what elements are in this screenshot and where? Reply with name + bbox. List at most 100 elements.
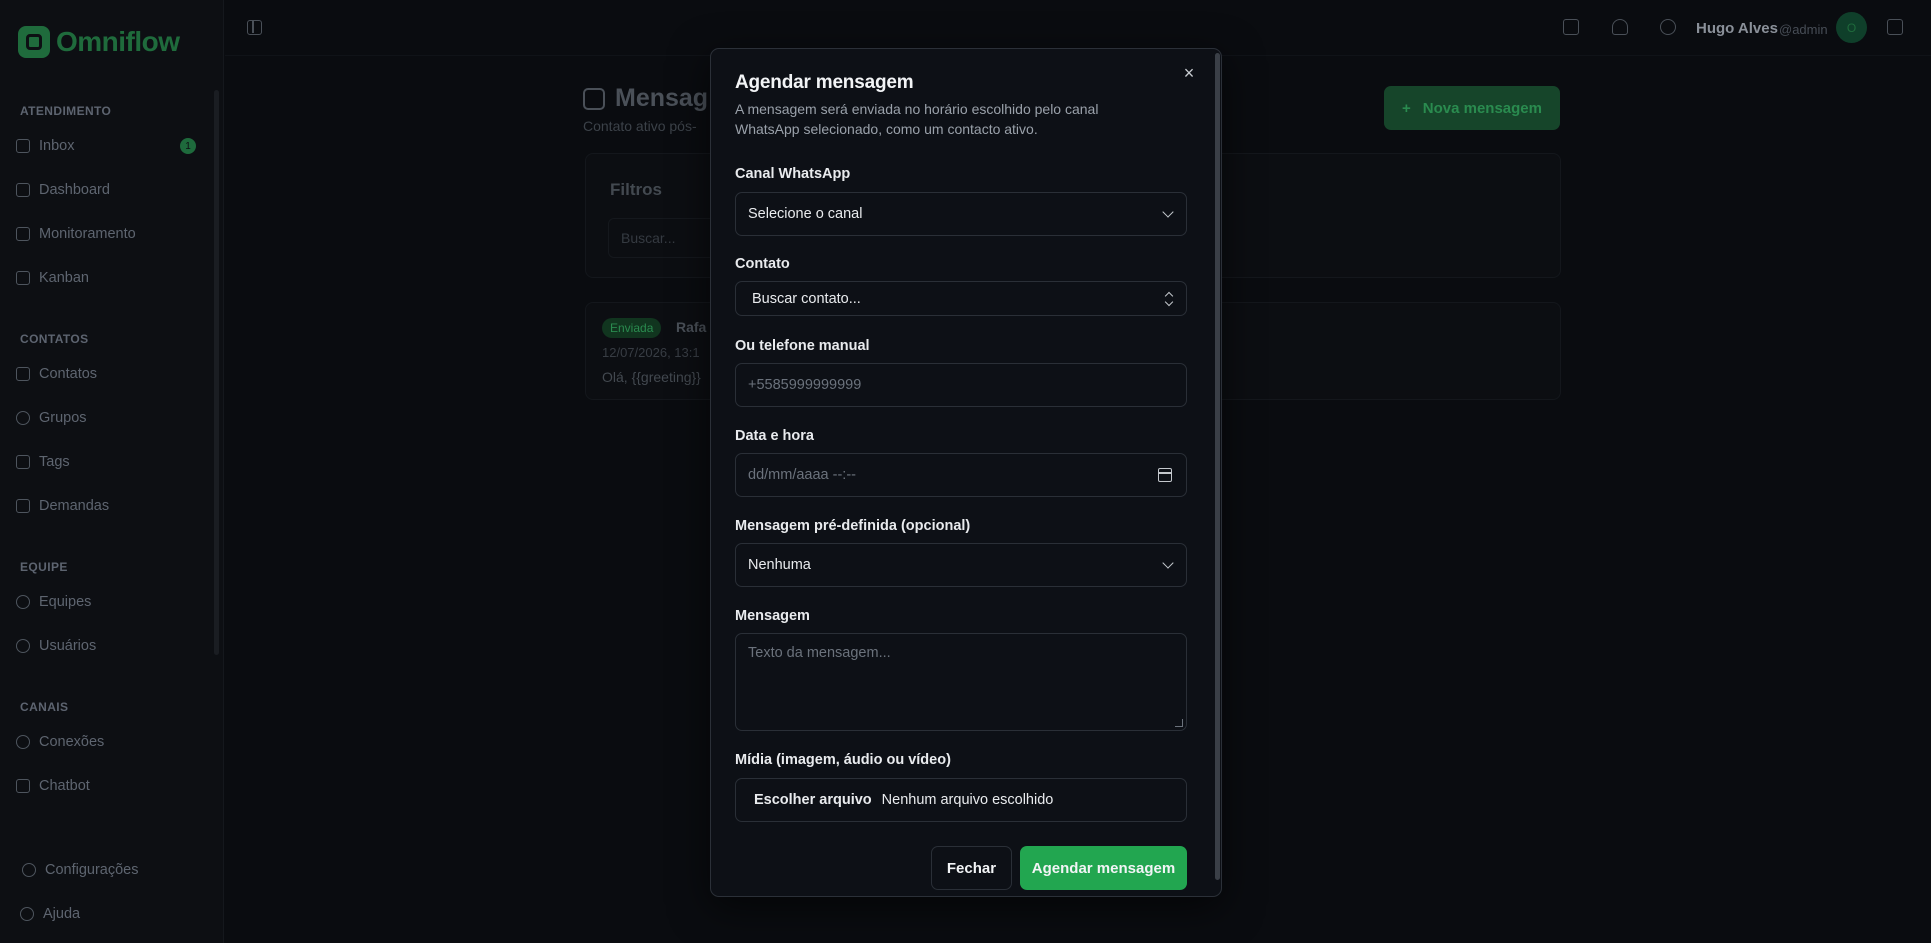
sidebar-item-kanban[interactable]: Kanban [16,270,196,286]
dashboard-icon [16,183,30,197]
sidebar-item-label: Contatos [39,366,98,382]
phone-input[interactable]: +5585999999999 [735,363,1187,407]
sidebar-item-inbox[interactable]: Inbox 1 [16,138,196,154]
message-date: 12/07/2026, 13:1 [602,345,700,360]
template-select-value: Nenhuma [748,557,811,573]
sidebar-item-monitoramento[interactable]: Monitoramento [16,226,196,242]
theme-toggle-icon[interactable] [1660,19,1676,35]
sidebar-item-label: Usuários [39,638,97,654]
section-title-contatos: CONTATOS [20,332,89,346]
monitor-icon [16,227,30,241]
choose-file-button[interactable]: Escolher arquivo [754,792,872,808]
channel-label: Canal WhatsApp [735,166,851,182]
sidebar-item-label: Monitoramento [39,226,136,242]
datetime-label: Data e hora [735,428,814,444]
message-preview: Olá, {{greeting}} [602,369,701,385]
gear-icon [22,863,36,877]
dialog-description: A mensagem será enviada no horário escol… [735,101,1099,137]
inbox-count-badge: 1 [180,138,196,154]
phone-label: Ou telefone manual [735,338,870,354]
logo-icon [18,26,50,58]
avatar[interactable]: O [1836,12,1867,43]
phone-placeholder: +5585999999999 [748,377,862,393]
sidebar-item-configuracoes[interactable]: Configurações [22,862,202,878]
resize-handle-icon[interactable] [1175,719,1183,727]
sidebar-item-tags[interactable]: Tags [16,454,196,470]
file-status: Nenhum arquivo escolhido [881,792,1054,808]
contact-combobox-value: Buscar contato... [752,290,861,307]
filters-title: Filtros [610,180,662,199]
sidebar-item-label: Ajuda [43,906,81,922]
dialog-title: Agendar mensagem [735,72,914,93]
section-title-atendimento: ATENDIMENTO [20,104,112,118]
user-name: Hugo Alves [1696,20,1778,37]
bell-icon[interactable] [1612,19,1628,35]
sidebar-item-contatos[interactable]: Contatos [16,366,196,382]
dialog-scrollbar[interactable] [1215,53,1220,880]
contact-combobox[interactable]: Buscar contato... [735,281,1187,316]
logout-icon[interactable] [1887,19,1903,35]
sidebar-item-label: Inbox [39,138,75,154]
chatbot-icon [16,779,30,793]
message-contact-name: Rafa [676,319,707,335]
sidebar-item-label: Configurações [45,862,139,878]
kanban-icon [16,271,30,285]
contacts-icon [16,367,30,381]
teams-icon [16,595,30,609]
chevrons-up-down-icon [1164,291,1174,306]
cancel-button[interactable]: Fechar [931,846,1012,890]
sidebar-scrollbar[interactable] [214,90,219,655]
chevron-down-icon [1162,206,1174,218]
schedule-message-button[interactable]: Agendar mensagem [1020,846,1187,890]
page-subtitle: Contato ativo pós- [583,118,697,134]
calendar-clock-icon [583,87,605,110]
plug-icon [16,735,30,749]
calendar-icon[interactable] [1158,468,1172,482]
sidebar-item-label: Grupos [39,410,87,426]
close-icon[interactable]: × [1179,63,1199,83]
inbox-icon [16,139,30,153]
datetime-input[interactable]: dd/mm/aaaa --:-- [735,453,1187,497]
sidebar-item-label: Conexões [39,734,105,750]
sidebar-item-dashboard[interactable]: Dashboard [16,182,196,198]
new-message-button[interactable]: + Nova mensagem [1384,86,1560,130]
template-label: Mensagem pré-definida (opcional) [735,518,971,534]
status-badge: Enviada [602,318,662,338]
users-icon [16,639,30,653]
chevron-down-icon [1162,557,1174,569]
sidebar-item-chatbot[interactable]: Chatbot [16,778,196,794]
page-title-text: Mensag [615,84,709,112]
layout-icon[interactable] [1563,19,1579,35]
sidebar-item-label: Demandas [39,498,110,514]
sidebar-item-ajuda[interactable]: Ajuda [20,906,200,922]
section-title-equipe: EQUIPE [20,560,68,574]
sidebar-item-demandas[interactable]: Demandas [16,498,196,514]
sidebar-item-label: Chatbot [39,778,90,794]
sidebar-item-conexoes[interactable]: Conexões [16,734,196,750]
sidebar-toggle-icon[interactable] [247,20,262,35]
message-label: Mensagem [735,608,810,624]
sidebar-item-label: Dashboard [39,182,110,198]
sidebar-item-label: Tags [39,454,70,470]
contact-label: Contato [735,256,790,272]
plus-icon: + [1402,99,1411,117]
channel-select[interactable]: Selecione o canal [735,192,1187,236]
media-file-input[interactable]: Escolher arquivo Nenhum arquivo escolhid… [735,778,1187,822]
template-select[interactable]: Nenhuma [735,543,1187,587]
sidebar: Omniflow ATENDIMENTO Inbox 1 Dashboard M… [0,0,224,943]
channel-select-value: Selecione o canal [748,206,863,222]
message-textarea[interactable]: Texto da mensagem... [735,633,1187,731]
message-placeholder: Texto da mensagem... [748,645,891,661]
sidebar-item-equipes[interactable]: Equipes [16,594,196,610]
new-message-label: Nova mensagem [1422,99,1542,117]
app-name: Omniflow [56,26,180,57]
groups-icon [16,411,30,425]
app-logo[interactable]: Omniflow [18,26,180,58]
sidebar-item-usuarios[interactable]: Usuários [16,638,196,654]
schedule-message-dialog: × Agendar mensagem A mensagem será envia… [710,48,1222,897]
page-title: Mensag [583,84,708,113]
media-label: Mídia (imagem, áudio ou vídeo) [735,752,951,768]
sidebar-item-grupos[interactable]: Grupos [16,410,196,426]
section-title-canais: CANAIS [20,700,69,714]
sidebar-item-label: Kanban [39,270,89,286]
